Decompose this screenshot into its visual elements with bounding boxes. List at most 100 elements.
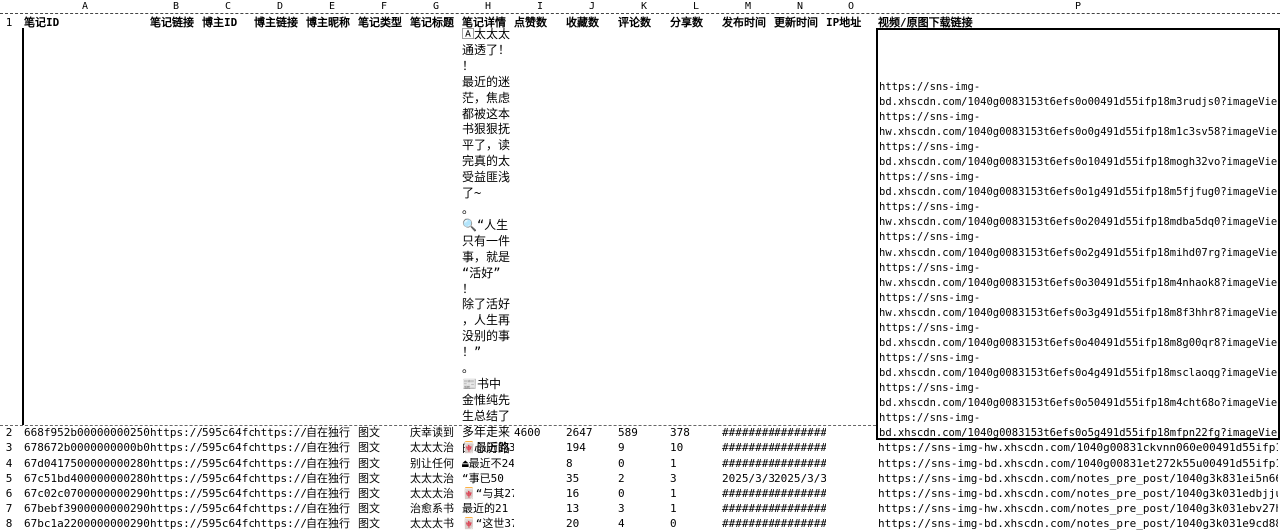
note-title-cell[interactable]: 太太太治 bbox=[410, 440, 462, 455]
likes-cell[interactable] bbox=[514, 516, 566, 531]
note-id-cell[interactable]: 678672b0000000000b014 bbox=[24, 440, 150, 455]
column-letter-c[interactable]: C bbox=[202, 0, 254, 13]
shares-cell[interactable]: 1 bbox=[670, 486, 722, 501]
note-title-cell[interactable]: 太太太治 bbox=[410, 471, 462, 486]
publish-time-cell[interactable]: 2025/3/3 bbox=[722, 471, 774, 486]
note-detail-cell[interactable]: 🀄最近的337 bbox=[462, 440, 514, 455]
column-letter-l[interactable]: L bbox=[670, 0, 722, 13]
comments-cell[interactable]: 589 bbox=[618, 425, 670, 440]
blogger-link-cell[interactable]: https://w bbox=[254, 440, 306, 455]
note-detail-wrapped-text[interactable]: 🄰太太太 通透了！ ！ 最近的迷 茫，焦虑 都被这本 书狠狠抚 平了，读 完真的… bbox=[462, 27, 514, 456]
update-time-cell[interactable]: ######## bbox=[774, 501, 826, 516]
note-type-cell[interactable]: 图文 bbox=[358, 425, 410, 440]
update-time-cell[interactable]: ######## bbox=[774, 516, 826, 531]
publish-time-cell[interactable]: ######## bbox=[722, 456, 774, 471]
comments-cell[interactable]: 4 bbox=[618, 516, 670, 531]
note-link-cell[interactable]: https://w bbox=[150, 425, 202, 440]
shares-cell[interactable]: 0 bbox=[670, 516, 722, 531]
ip-address-cell[interactable] bbox=[826, 486, 876, 501]
row-number[interactable]: 4 bbox=[0, 456, 18, 471]
note-id-cell[interactable]: 67bebf390000000029033 bbox=[24, 501, 150, 516]
row-number[interactable]: 8 bbox=[0, 516, 18, 531]
note-detail-cell[interactable] bbox=[462, 425, 514, 440]
download-link-cell[interactable]: https://sns-img-hw.xhscdn.com/1040g00831… bbox=[878, 440, 1278, 455]
note-type-cell[interactable]: 图文 bbox=[358, 440, 410, 455]
column-letter-g[interactable]: G bbox=[410, 0, 462, 13]
column-letter-o[interactable]: O bbox=[826, 0, 876, 13]
row-number[interactable]: 1 bbox=[0, 15, 18, 30]
favorites-cell[interactable]: 13 bbox=[566, 501, 618, 516]
column-letter-i[interactable]: I bbox=[514, 0, 566, 13]
note-detail-cell[interactable]: 最近的21 bbox=[462, 501, 514, 516]
publish-time-cell[interactable]: ######## bbox=[722, 501, 774, 516]
favorites-cell[interactable]: 8 bbox=[566, 456, 618, 471]
row-number[interactable]: 7 bbox=[0, 501, 18, 516]
blogger-id-cell[interactable]: 595c64fc bbox=[202, 486, 254, 501]
note-title-cell[interactable]: 治愈系书 bbox=[410, 501, 462, 516]
blogger-link-cell[interactable]: https://w bbox=[254, 425, 306, 440]
note-type-cell[interactable]: 图文 bbox=[358, 486, 410, 501]
note-title-cell[interactable]: 太太太书 bbox=[410, 516, 462, 531]
likes-cell[interactable] bbox=[514, 471, 566, 486]
header-blogger-nickname[interactable]: 博主昵称 bbox=[306, 15, 358, 30]
shares-cell[interactable]: 3 bbox=[670, 471, 722, 486]
note-id-cell[interactable]: 67c02c07000000002900c bbox=[24, 486, 150, 501]
column-letter-f[interactable]: F bbox=[358, 0, 410, 13]
note-id-cell[interactable]: 67bc1a22000000002900c bbox=[24, 516, 150, 531]
note-link-cell[interactable]: https://w bbox=[150, 501, 202, 516]
comments-cell[interactable]: 0 bbox=[618, 486, 670, 501]
update-time-cell[interactable]: ######## bbox=[774, 486, 826, 501]
header-note-title[interactable]: 笔记标题 bbox=[410, 15, 462, 30]
blogger-nickname-cell[interactable]: 自在独行 bbox=[306, 501, 358, 516]
comments-cell[interactable]: 2 bbox=[618, 471, 670, 486]
note-detail-cell[interactable]: 🀄“与其27 bbox=[462, 486, 514, 501]
blogger-id-cell[interactable]: 595c64fc bbox=[202, 440, 254, 455]
download-links-wrapped-text[interactable]: https://sns-img- bd.xhscdn.com/1040g0083… bbox=[879, 80, 1277, 440]
note-title-cell[interactable]: 别让任何 bbox=[410, 456, 462, 471]
shares-cell[interactable]: 1 bbox=[670, 501, 722, 516]
download-link-cell[interactable]: https://sns-img-bd.xhscdn.com/1040g00831… bbox=[878, 456, 1278, 471]
blogger-id-cell[interactable]: 595c64fc bbox=[202, 516, 254, 531]
favorites-cell[interactable]: 35 bbox=[566, 471, 618, 486]
publish-time-cell[interactable]: ######## bbox=[722, 425, 774, 440]
publish-time-cell[interactable]: ######## bbox=[722, 440, 774, 455]
note-link-cell[interactable]: https://w bbox=[150, 456, 202, 471]
ip-address-cell[interactable] bbox=[826, 456, 876, 471]
column-letter-n[interactable]: N bbox=[774, 0, 826, 13]
column-letter-d[interactable]: D bbox=[254, 0, 306, 13]
download-link-cell[interactable]: https://sns-img-hw.xhscdn.com/notes_pre_… bbox=[878, 501, 1278, 516]
publish-time-cell[interactable]: ######## bbox=[722, 516, 774, 531]
ip-address-cell[interactable] bbox=[826, 471, 876, 486]
favorites-cell[interactable]: 20 bbox=[566, 516, 618, 531]
header-note-link[interactable]: 笔记链接 bbox=[150, 15, 202, 30]
note-id-cell[interactable]: 668f952b0000000025015 bbox=[24, 425, 150, 440]
blogger-nickname-cell[interactable]: 自在独行 bbox=[306, 456, 358, 471]
row-number[interactable]: 3 bbox=[0, 440, 18, 455]
header-publish-time[interactable]: 发布时间 bbox=[722, 15, 774, 30]
blogger-link-cell[interactable]: https://w bbox=[254, 501, 306, 516]
blogger-id-cell[interactable]: 595c64fc bbox=[202, 456, 254, 471]
download-link-cell[interactable]: https://sns-img-bd.xhscdn.com/notes_pre_… bbox=[878, 516, 1278, 531]
favorites-cell[interactable]: 16 bbox=[566, 486, 618, 501]
blogger-nickname-cell[interactable]: 自在独行 bbox=[306, 425, 358, 440]
header-note-id[interactable]: 笔记ID bbox=[24, 15, 150, 30]
blogger-link-cell[interactable]: https://w bbox=[254, 486, 306, 501]
download-link-cell[interactable]: https://sns-img-bd.xhscdn.com/notes_pre_… bbox=[878, 471, 1278, 486]
shares-cell[interactable]: 10 bbox=[670, 440, 722, 455]
header-blogger-id[interactable]: 博主ID bbox=[202, 15, 254, 30]
likes-cell[interactable] bbox=[514, 501, 566, 516]
header-note-type[interactable]: 笔记类型 bbox=[358, 15, 410, 30]
header-comments[interactable]: 评论数 bbox=[618, 15, 670, 30]
header-update-time[interactable]: 更新时间 bbox=[774, 15, 826, 30]
note-id-cell[interactable]: 67c51bd4000000002802e bbox=[24, 471, 150, 486]
blogger-nickname-cell[interactable]: 自在独行 bbox=[306, 471, 358, 486]
note-link-cell[interactable]: https://w bbox=[150, 486, 202, 501]
note-type-cell[interactable]: 图文 bbox=[358, 471, 410, 486]
favorites-cell[interactable]: 2647 bbox=[566, 425, 618, 440]
column-letter-k[interactable]: K bbox=[618, 0, 670, 13]
comments-cell[interactable]: 0 bbox=[618, 456, 670, 471]
column-letter-j[interactable]: J bbox=[566, 0, 618, 13]
note-detail-cell[interactable]: 🀄“这世37 bbox=[462, 516, 514, 531]
note-type-cell[interactable]: 图文 bbox=[358, 516, 410, 531]
shares-cell[interactable]: 1 bbox=[670, 456, 722, 471]
